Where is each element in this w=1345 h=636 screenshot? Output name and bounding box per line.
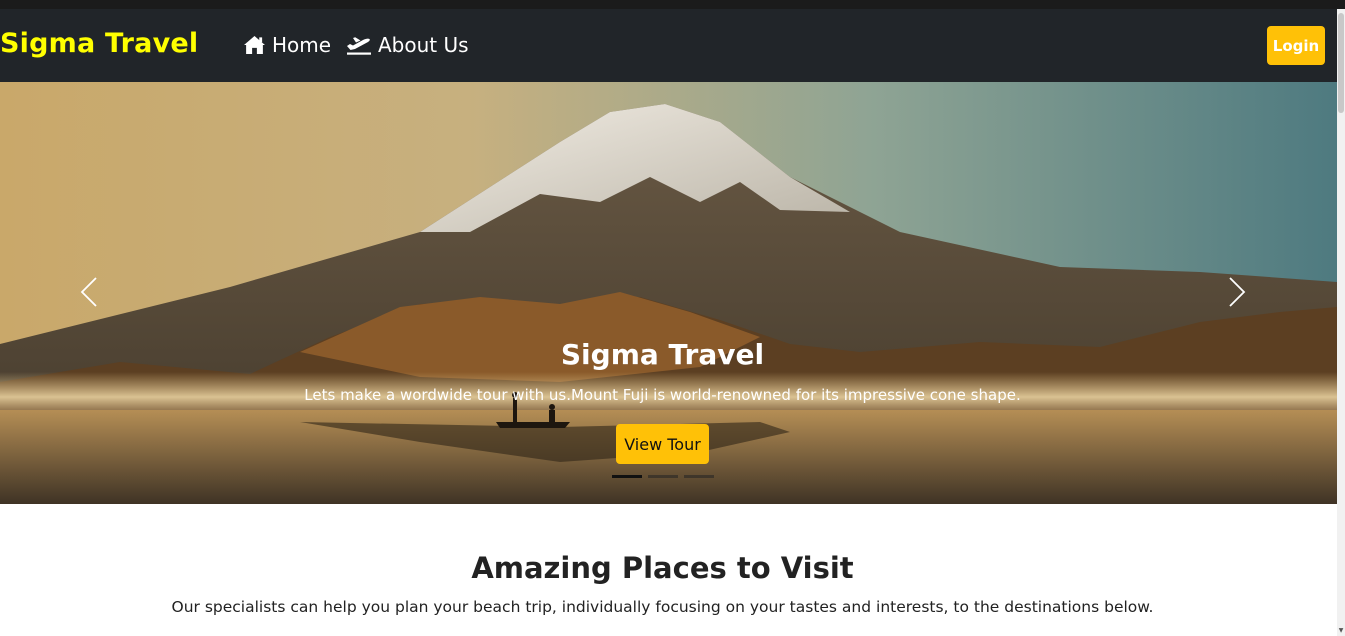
hero-carousel: Sigma Travel Lets make a wordwide tour w… (0, 82, 1337, 504)
navbar: Sigma Travel Home About Us Login (0, 9, 1337, 82)
login-button[interactable]: Login (1267, 26, 1325, 65)
carousel-indicator-2[interactable] (648, 475, 678, 478)
carousel-indicator-3[interactable] (684, 475, 714, 478)
scrollbar-thumb[interactable] (1338, 13, 1344, 113)
view-tour-button[interactable]: View Tour (616, 424, 709, 464)
nav-home-link[interactable]: Home (243, 33, 331, 57)
nav-about-link[interactable]: About Us (346, 33, 469, 57)
carousel-indicator-1[interactable] (612, 475, 642, 478)
carousel-text: Lets make a wordwide tour with us.Mount … (304, 386, 1021, 404)
brand-logo[interactable]: Sigma Travel (0, 28, 198, 59)
places-section-text: Our specialists can help you plan your b… (171, 598, 1154, 616)
page-scrollbar[interactable]: ▼ (1337, 9, 1345, 636)
carousel-title: Sigma Travel (560, 338, 765, 371)
scroll-down-arrow-icon[interactable]: ▼ (1338, 628, 1344, 634)
home-icon (243, 35, 272, 55)
plane-departure-icon (346, 35, 378, 55)
places-section-title: Amazing Places to Visit (471, 551, 854, 585)
nav-about-label: About Us (378, 33, 469, 57)
nav-home-label: Home (272, 33, 332, 57)
carousel-caption: Sigma Travel Lets make a wordwide tour w… (0, 82, 1337, 504)
window-top-edge (0, 0, 1345, 9)
